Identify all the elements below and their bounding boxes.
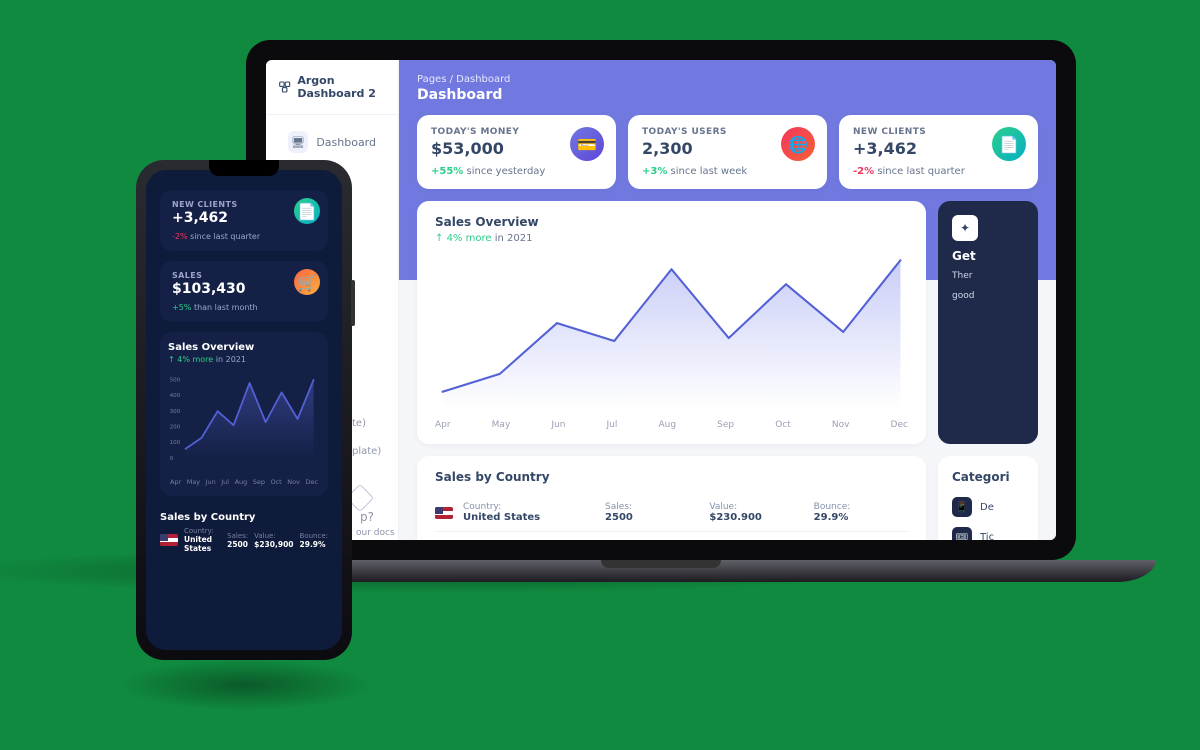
ph-stat-clients[interactable]: NEW CLIENTS +3,462 -2% since last quarte… xyxy=(160,190,328,251)
categories-title: Categori xyxy=(952,470,1024,484)
stat-note: since last week xyxy=(667,166,747,177)
hidden-text-3: p? xyxy=(360,510,374,524)
wizard-desc2: good xyxy=(952,291,1024,303)
sales-title: Sales by Country xyxy=(435,470,908,484)
svg-text:200: 200 xyxy=(170,424,181,430)
category-icon: 📱 xyxy=(952,497,972,517)
wizard-title: Get xyxy=(952,249,1024,263)
category-item[interactable]: 🎟 Tic xyxy=(952,522,1024,540)
stat-pct: +5% xyxy=(172,303,191,312)
breadcrumb[interactable]: Pages / Dashboard xyxy=(417,74,1038,85)
wizard-card[interactable]: ✦ Get Ther good xyxy=(938,201,1038,444)
sales-title: Sales by Country xyxy=(160,512,328,523)
flag-icon xyxy=(435,507,453,519)
hidden-text-4: our docs xyxy=(356,528,395,538)
chart-x-labels: AprMayJunJulAugSepOctNovDec xyxy=(168,478,320,486)
svg-text:0: 0 xyxy=(170,456,174,462)
ph-sales-chart: 500 400 300 200 100 0 xyxy=(168,364,320,474)
card-icon: 💳 xyxy=(570,127,604,161)
breadcrumb-root[interactable]: Pages xyxy=(417,74,446,85)
stat-note: since last quarter xyxy=(188,232,261,241)
ph-sales-overview: Sales Overview ↑ 4% more in 2021 5004003… xyxy=(160,332,328,496)
category-item[interactable]: 📱 De xyxy=(952,492,1024,522)
stat-pct: -2% xyxy=(853,166,874,177)
sales-by-country-card: Sales by Country Country:United States S… xyxy=(417,456,926,540)
page-title: Dashboard xyxy=(417,87,1038,103)
ph-stat-sales[interactable]: SALES $103,430 +5% than last month 🛒 xyxy=(160,261,328,322)
svg-text:100: 100 xyxy=(170,440,181,446)
main: Pages / Dashboard Dashboard TODAY'S MONE… xyxy=(399,60,1056,540)
chart-title: Sales Overview xyxy=(435,215,908,229)
table-row[interactable]: Country:United States Sales:2500 Value:$… xyxy=(160,527,328,553)
stat-pct: +3% xyxy=(642,166,667,177)
stat-card-clients[interactable]: NEW CLIENTS +3,462 -2% since last quarte… xyxy=(839,115,1038,189)
breadcrumb-current[interactable]: Dashboard xyxy=(456,74,510,85)
phone-side-button xyxy=(351,280,355,326)
star-icon: ✦ xyxy=(952,215,978,241)
stat-pct: +55% xyxy=(431,166,463,177)
stat-note: since yesterday xyxy=(463,166,545,177)
stat-card-money[interactable]: TODAY'S MONEY $53,000 +55% since yesterd… xyxy=(417,115,616,189)
doc-icon: 📄 xyxy=(294,198,320,224)
hidden-text-2: plate) xyxy=(352,446,381,457)
sales-overview-card: Sales Overview ↑ 4% more in 2021 AprMayJ… xyxy=(417,201,926,444)
brand-icon xyxy=(278,78,291,96)
svg-text:400: 400 xyxy=(170,393,181,399)
sidebar-item-dashboard[interactable]: 🖥 Dashboard xyxy=(274,121,390,163)
ph-sales-by-country: Sales by Country Country:United States S… xyxy=(160,506,328,553)
stat-cards: TODAY'S MONEY $53,000 +55% since yesterd… xyxy=(417,115,1038,189)
brand[interactable]: Argon Dashboard 2 xyxy=(266,60,398,115)
phone: NEW CLIENTS +3,462 -2% since last quarte… xyxy=(136,160,352,660)
category-icon: 🎟 xyxy=(952,527,972,540)
globe-icon: 🌐 xyxy=(781,127,815,161)
wizard-desc1: Ther xyxy=(952,271,1024,283)
brand-label: Argon Dashboard 2 xyxy=(297,74,386,100)
category-label: Tic xyxy=(980,532,994,541)
chart-title: Sales Overview xyxy=(168,342,320,353)
chart-delta: ↑ 4% more in 2021 xyxy=(435,233,908,244)
phone-shadow xyxy=(120,660,370,710)
sidebar-item-label: Dashboard xyxy=(316,136,376,149)
doc-icon: 📄 xyxy=(992,127,1026,161)
svg-text:500: 500 xyxy=(170,377,181,383)
table-row[interactable]: Country:United States Sales:2500 Value:$… xyxy=(435,494,908,532)
flag-icon xyxy=(160,534,178,546)
stat-pct: -2% xyxy=(172,232,188,241)
sales-chart xyxy=(435,250,908,420)
stat-note: since last quarter xyxy=(874,166,965,177)
cart-icon: 🛒 xyxy=(294,269,320,295)
categories-card: Categori 📱 De 🎟 Tic xyxy=(938,456,1038,540)
category-label: De xyxy=(980,502,994,513)
stat-card-users[interactable]: TODAY'S USERS 2,300 +3% since last week … xyxy=(628,115,827,189)
table-row[interactable]: Country:Germany Sales:3,900 Value:$440,0… xyxy=(435,532,908,540)
stat-note: than last month xyxy=(191,303,257,312)
chart-x-labels: AprMayJunJulAugSepOctNovDec xyxy=(435,420,908,430)
tv-icon: 🖥 xyxy=(288,131,308,153)
svg-text:300: 300 xyxy=(170,409,181,415)
hidden-text-1: te) xyxy=(352,418,366,429)
